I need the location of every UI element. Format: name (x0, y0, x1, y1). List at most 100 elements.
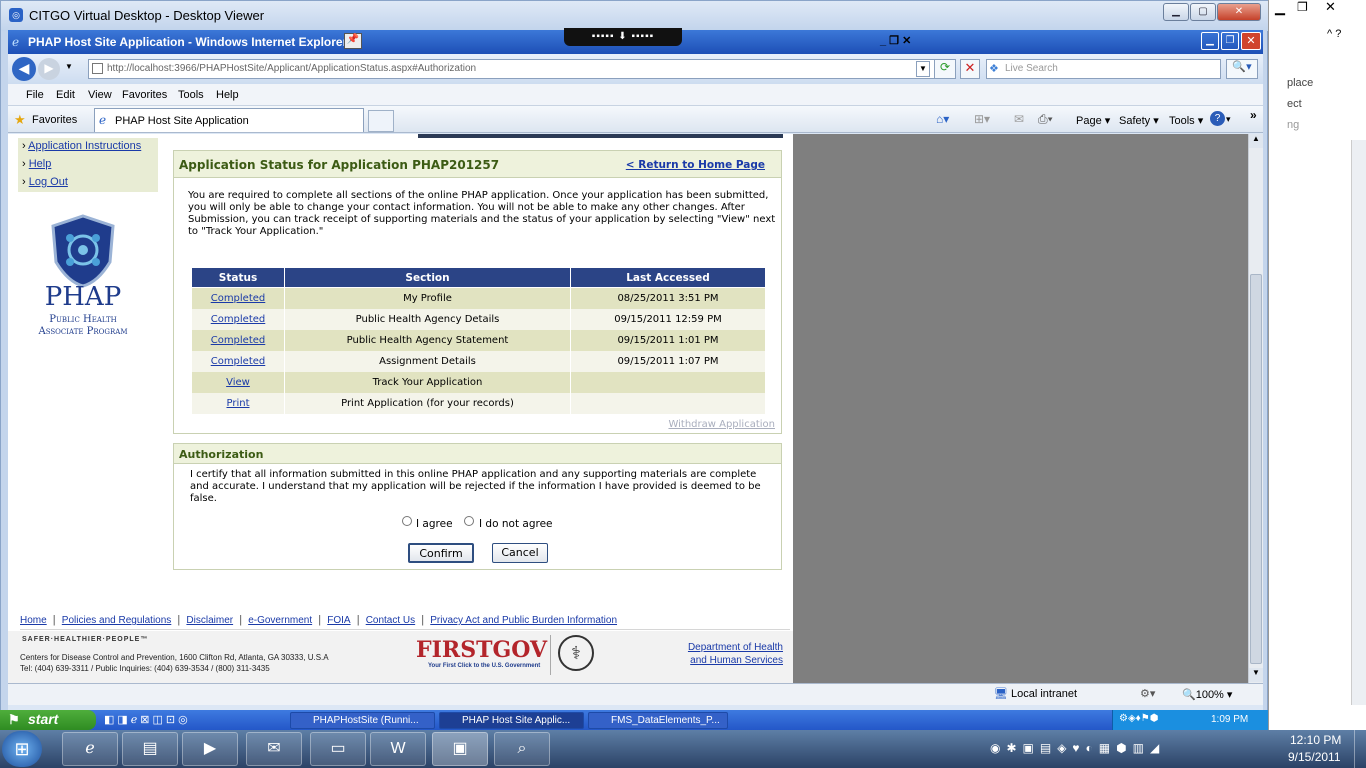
mail-icon[interactable]: ✉ (1014, 112, 1024, 126)
safety-menu-label: Safety (1119, 115, 1151, 127)
footer-link-egov[interactable]: e-Government (248, 615, 312, 626)
footer-link-privacy[interactable]: Privacy Act and Public Burden Informatio… (430, 615, 617, 626)
restore-icon[interactable]: ❐ (1297, 0, 1308, 14)
pin-icon[interactable]: 📌 (344, 33, 362, 49)
status-cell: Completed (191, 350, 285, 372)
tab-phap[interactable]: ℯ PHAP Host Site Application (94, 108, 364, 132)
nav-link[interactable]: Help (29, 158, 52, 170)
start-button[interactable]: ⚑ start (0, 710, 96, 730)
vertical-scrollbar[interactable]: ▲ ▼ (1248, 134, 1263, 683)
maximize-button[interactable]: ▢ (1190, 3, 1216, 21)
menu-file[interactable]: File (26, 89, 44, 101)
show-desktop-button[interactable] (1354, 730, 1366, 768)
ie-close-button[interactable]: ✕ (1241, 32, 1261, 50)
close-icon[interactable]: ✕ (1325, 0, 1336, 15)
system-tray-icons[interactable]: ◉✱▣▤◈♥◐▦⬢▥◢ (990, 741, 1165, 755)
sidebar-item-instructions[interactable]: › Application Instructions (18, 138, 158, 156)
menu-view[interactable]: View (88, 89, 112, 101)
hhs-link[interactable]: and Human Services (690, 655, 783, 666)
cancel-button[interactable]: Cancel (492, 543, 548, 563)
page-icon (92, 63, 103, 74)
address-input[interactable]: http://localhost:3966/PHAPHostSite/Appli… (88, 59, 938, 79)
footer-link-policies[interactable]: Policies and Regulations (62, 615, 172, 626)
windows-start-orb[interactable]: ⊞ (2, 731, 42, 767)
status-cell: Completed (191, 308, 285, 330)
scrollbar[interactable] (1351, 140, 1366, 705)
quick-launch-icons[interactable]: ◧◨ℯ⊠◫⊡◎ (104, 713, 191, 726)
close-button[interactable]: ✕ (1217, 3, 1261, 21)
refresh-icon[interactable]: ⟳ (934, 59, 956, 79)
favorites-button[interactable]: Favorites (32, 114, 77, 126)
stop-icon[interactable]: ✕ (960, 59, 980, 79)
minimize-button[interactable]: ▁ (1163, 3, 1189, 21)
windows-flag-icon: ⚑ (8, 712, 20, 727)
help-icon[interactable]: ? (1210, 111, 1225, 126)
citrix-icon: ◎ (9, 8, 23, 22)
nav-link[interactable]: Application Instructions (28, 140, 141, 152)
help-dropdown-icon[interactable]: ▾ (1226, 114, 1231, 125)
hhs-link[interactable]: Department of Health (688, 642, 783, 653)
scroll-up-icon[interactable]: ▲ (1249, 134, 1263, 148)
menu-favorites[interactable]: Favorites (122, 89, 167, 101)
task-fms[interactable]: FMS_DataElements_P... (588, 712, 728, 729)
scroll-thumb[interactable] (1250, 274, 1262, 664)
ie-restore-button[interactable]: ❐ (1221, 32, 1239, 50)
home-icon[interactable]: ⌂▾ (936, 112, 949, 126)
footer-link-foia[interactable]: FOIA (327, 615, 350, 626)
print-icon[interactable]: ⎙▾ (1038, 112, 1053, 127)
scroll-down-icon[interactable]: ▼ (1249, 668, 1263, 682)
footer-link-home[interactable]: Home (20, 615, 47, 626)
status-link[interactable]: Completed (211, 335, 266, 346)
withdraw-application-link[interactable]: Withdraw Application (668, 419, 775, 430)
firstgov-logo[interactable]: FIRSTGOV (416, 637, 547, 663)
history-dropdown-icon[interactable]: ▼ (65, 62, 73, 71)
search-tool-taskbar-icon[interactable]: ⌕ (494, 732, 550, 766)
outlook-taskbar-icon[interactable]: ✉ (246, 732, 302, 766)
view-link[interactable]: View (226, 377, 250, 388)
menu-help[interactable]: Help (216, 89, 239, 101)
toolbar-overflow-icon[interactable]: » (1250, 108, 1257, 122)
protected-mode-icon[interactable]: ⚙▾ (1140, 687, 1155, 700)
task-phaphostsite[interactable]: PHAPHostSite (Runni... (290, 712, 435, 729)
desktop-viewer-taskbar-icon[interactable]: ▣ (432, 732, 488, 766)
search-input[interactable]: ❖ Live Search (986, 59, 1221, 79)
disagree-radio[interactable] (464, 516, 474, 526)
feeds-icon[interactable]: ⊞▾ (974, 112, 990, 126)
status-link[interactable]: Completed (211, 314, 266, 325)
footer-link-disclaimer[interactable]: Disclaimer (186, 615, 233, 626)
menu-tools[interactable]: Tools (178, 89, 204, 101)
explorer-taskbar-icon[interactable]: ▤ (122, 732, 178, 766)
footer-link-contact[interactable]: Contact Us (366, 615, 415, 626)
print-link[interactable]: Print (226, 398, 249, 409)
ie-minimize-button[interactable]: ▁ (1201, 32, 1219, 50)
sidebar-item-help[interactable]: › Help (18, 156, 158, 174)
menu-bar: File Edit View Favorites Tools Help (8, 84, 1263, 106)
menu-edit[interactable]: Edit (56, 89, 75, 101)
sidebar-item-logout[interactable]: › Log Out (18, 174, 158, 192)
remote-window-controls[interactable]: _ ❐ ✕ (880, 34, 911, 47)
word-taskbar-icon[interactable]: W (370, 732, 426, 766)
citrix-toolbar-handle[interactable]: ▪▪▪▪▪ ⬇ ▪▪▪▪▪ (564, 28, 682, 46)
status-link[interactable]: Completed (211, 293, 266, 304)
media-player-taskbar-icon[interactable]: ▶ (182, 732, 238, 766)
agree-radio[interactable] (402, 516, 412, 526)
nav-link[interactable]: Log Out (29, 176, 68, 188)
return-home-link[interactable]: < Return to Home Page (626, 159, 765, 171)
minimize-icon[interactable]: ▁ (1275, 0, 1285, 16)
zoom-control[interactable]: 🔍100% ▾ (1182, 688, 1232, 701)
status-link[interactable]: Completed (211, 356, 266, 367)
search-button[interactable]: 🔍▾ (1226, 59, 1258, 79)
safety-menu[interactable]: Safety ▾ (1119, 114, 1159, 127)
tools-menu[interactable]: Tools ▾ (1169, 114, 1203, 127)
tray-icons[interactable]: ⚙◈♦⚑⬢ (1119, 713, 1158, 724)
new-tab-button[interactable] (368, 110, 394, 132)
ribbon-collapse-icon[interactable]: ^ ? (1327, 28, 1341, 40)
forward-button[interactable]: ▶ (38, 58, 60, 80)
address-dropdown-icon[interactable]: ▼ (916, 61, 930, 77)
page-menu[interactable]: Page ▾ (1076, 114, 1110, 127)
confirm-button[interactable]: Confirm (408, 543, 474, 563)
ie-taskbar-icon[interactable]: ℯ (62, 732, 118, 766)
back-button[interactable]: ◀ (12, 57, 36, 81)
sticky-notes-taskbar-icon[interactable]: ▭ (310, 732, 366, 766)
task-phap-ie[interactable]: PHAP Host Site Applic... (439, 712, 584, 729)
